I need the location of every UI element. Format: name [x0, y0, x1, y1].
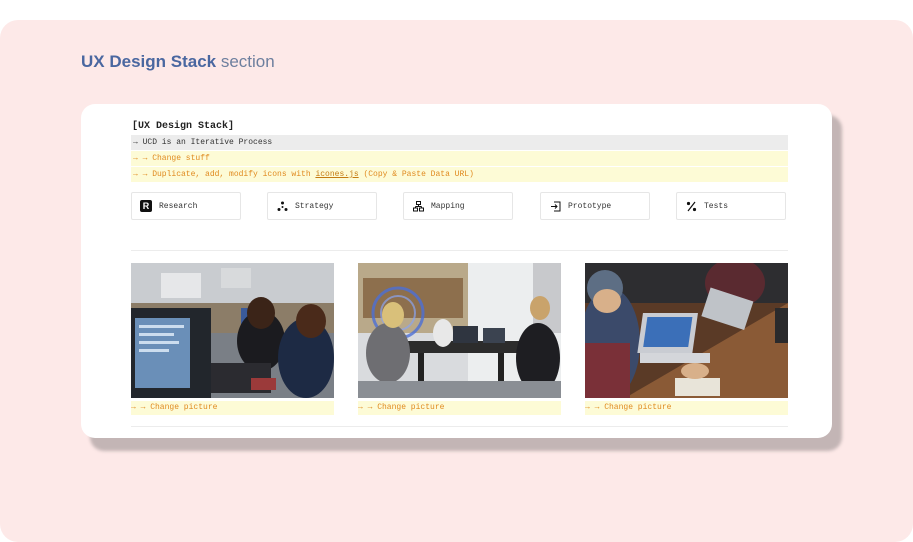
strategy-icon: [276, 200, 288, 212]
divider: [131, 250, 788, 251]
tests-icon: [685, 200, 697, 212]
picture-caption-2: → → Change picture: [358, 401, 561, 415]
stack-label-prototype: Prototype: [568, 201, 612, 211]
doc-line-change-stuff: → → Change stuff: [131, 151, 788, 166]
stack-button-tests[interactable]: Tests: [676, 192, 786, 220]
picture-team-meeting[interactable]: [358, 263, 561, 398]
doc-title: [UX Design Stack]: [132, 121, 235, 132]
doc-line-icons-pre: → → Duplicate, add, modify icons with: [133, 170, 316, 179]
research-icon: R: [140, 200, 152, 212]
stack-button-research[interactable]: R Research: [131, 192, 241, 220]
picture-caption-3: → → Change picture: [585, 401, 788, 415]
stack-button-strategy[interactable]: Strategy: [267, 192, 377, 220]
stack-label-research: Research: [159, 201, 198, 211]
stack-label-strategy: Strategy: [295, 201, 334, 211]
section-heading: UX Design Stack section: [81, 52, 275, 72]
doc-line-ucd-text: → UCD is an Iterative Process: [133, 138, 273, 147]
picture-caption-1: → → Change picture: [131, 401, 334, 415]
doc-line-icons-post: (Copy & Paste Data URL): [358, 170, 474, 179]
doc-line-change-stuff-text: → → Change stuff: [133, 154, 210, 163]
icones-link[interactable]: icones.js: [315, 170, 358, 179]
picture-laptop-discussion[interactable]: [585, 263, 788, 398]
stack-label-tests: Tests: [704, 201, 729, 211]
stack-button-prototype[interactable]: Prototype: [540, 192, 650, 220]
section-heading-rest: section: [216, 52, 275, 71]
doc-line-ucd: → UCD is an Iterative Process: [131, 135, 788, 150]
prototype-icon: [549, 200, 561, 212]
stack-label-mapping: Mapping: [431, 201, 465, 211]
picture-team-coding[interactable]: [131, 263, 334, 398]
section-heading-bold: UX Design Stack: [81, 52, 217, 71]
mapping-icon: [412, 200, 424, 212]
doc-line-icons: → → Duplicate, add, modify icons with ic…: [131, 167, 788, 182]
stack-button-mapping[interactable]: Mapping: [403, 192, 513, 220]
divider-bottom: [131, 426, 788, 427]
